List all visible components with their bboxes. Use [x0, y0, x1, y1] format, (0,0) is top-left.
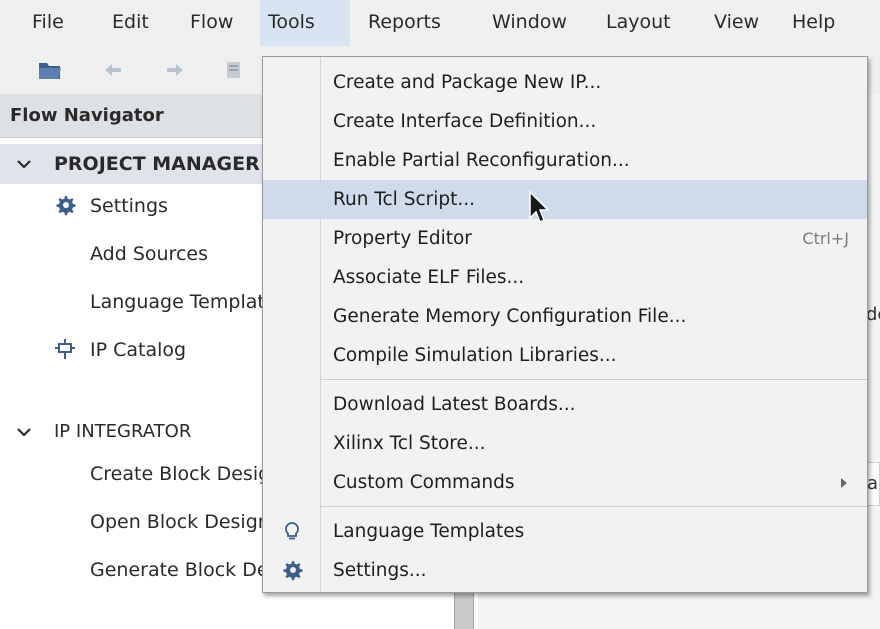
menu-item-create-interface-definition[interactable]: Create Interface Definition...	[263, 102, 867, 141]
right-pane-field-fragment: a	[866, 462, 880, 506]
menu-item-label: Settings...	[333, 560, 427, 581]
menu-item-compile-simulation-libraries[interactable]: Compile Simulation Libraries...	[263, 336, 867, 375]
right-pane-text-fragment: de	[866, 304, 880, 325]
gear-icon	[54, 194, 76, 216]
menu-help[interactable]: Help	[784, 0, 843, 46]
menu-item-property-editor[interactable]: Property Editor Ctrl+J	[263, 219, 867, 258]
menu-item-associate-elf-files[interactable]: Associate ELF Files...	[263, 258, 867, 297]
nav-item-open-block-design[interactable]: Open Block Design	[90, 502, 270, 542]
menu-item-run-tcl-script[interactable]: Run Tcl Script...	[263, 180, 867, 219]
menu-item-label: Language Templates	[333, 521, 525, 542]
menu-layout[interactable]: Layout	[598, 0, 679, 46]
menu-item-settings[interactable]: Settings...	[263, 551, 867, 590]
menu-window[interactable]: Window	[484, 0, 575, 46]
menu-bar: File Edit Flow Tools Reports Window Layo…	[0, 0, 880, 46]
project-manager-label[interactable]: PROJECT MANAGER	[54, 144, 260, 184]
menu-item-generate-memory-configuration-file[interactable]: Generate Memory Configuration File...	[263, 297, 867, 336]
menu-item-custom-commands[interactable]: Custom Commands	[263, 463, 867, 502]
menu-item-label: Associate ELF Files...	[333, 267, 525, 288]
menu-item-label: Xilinx Tcl Store...	[333, 433, 486, 454]
nav-item-ip-catalog[interactable]: IP Catalog	[90, 330, 186, 370]
mouse-cursor-icon	[528, 190, 554, 226]
menu-item-label: Run Tcl Script...	[333, 189, 476, 210]
open-project-icon[interactable]	[36, 56, 64, 84]
submenu-arrow-icon	[839, 477, 849, 489]
nav-item-create-block-design[interactable]: Create Block Design	[90, 454, 282, 494]
menu-edit[interactable]: Edit	[104, 0, 157, 46]
pane-splitter[interactable]	[454, 590, 474, 629]
menu-item-shortcut: Ctrl+J	[802, 229, 849, 248]
menu-tools[interactable]: Tools	[260, 0, 350, 46]
menu-item-create-package-ip[interactable]: Create and Package New IP...	[263, 63, 867, 102]
menu-item-download-latest-boards[interactable]: Download Latest Boards...	[263, 385, 867, 424]
undo-icon[interactable]	[100, 56, 128, 84]
menu-separator	[321, 506, 867, 507]
menu-item-enable-partial-reconfiguration[interactable]: Enable Partial Reconfiguration...	[263, 141, 867, 180]
menu-item-language-templates[interactable]: Language Templates	[263, 512, 867, 551]
ip-integrator-label[interactable]: IP INTEGRATOR	[54, 412, 191, 452]
menu-item-label: Download Latest Boards...	[333, 394, 576, 415]
menu-item-label: Create Interface Definition...	[333, 111, 597, 132]
chevron-down-icon[interactable]	[16, 424, 32, 440]
nav-item-settings[interactable]: Settings	[90, 186, 168, 226]
flow-navigator-title: Flow Navigator	[10, 105, 164, 126]
menu-item-xilinx-tcl-store[interactable]: Xilinx Tcl Store...	[263, 424, 867, 463]
menu-item-label: Enable Partial Reconfiguration...	[333, 150, 630, 171]
menu-item-label: Create and Package New IP...	[333, 72, 602, 93]
nav-item-add-sources[interactable]: Add Sources	[90, 234, 208, 274]
menu-view[interactable]: View	[706, 0, 767, 46]
menu-file[interactable]: File	[24, 0, 72, 46]
menu-item-label: Generate Memory Configuration File...	[333, 306, 687, 327]
gear-icon	[281, 559, 303, 581]
menu-reports[interactable]: Reports	[360, 0, 449, 46]
redo-icon[interactable]	[160, 56, 188, 84]
menu-item-label: Compile Simulation Libraries...	[333, 345, 617, 366]
menu-item-label: Property Editor	[333, 228, 472, 249]
menu-separator	[321, 379, 867, 380]
copy-icon[interactable]	[220, 56, 248, 84]
nav-item-language-templates[interactable]: Language Templates	[90, 282, 286, 322]
chevron-down-icon[interactable]	[16, 156, 32, 172]
menu-item-label: Custom Commands	[333, 472, 515, 493]
ip-plug-icon	[54, 338, 76, 360]
lightbulb-icon	[281, 520, 303, 542]
menu-flow[interactable]: Flow	[182, 0, 241, 46]
tools-menu: Create and Package New IP... Create Inte…	[262, 56, 868, 593]
